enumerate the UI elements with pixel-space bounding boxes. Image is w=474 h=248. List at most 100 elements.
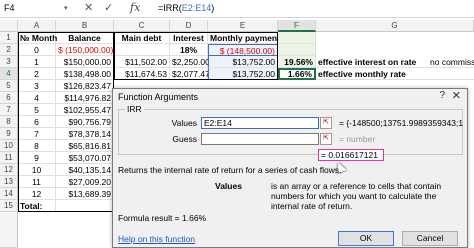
row-header-15[interactable]: 15: [0, 200, 18, 212]
cell-balance[interactable]: $114,976.82: [56, 92, 114, 104]
column-header-d[interactable]: D: [170, 20, 208, 32]
function-name: IRR: [125, 104, 144, 114]
cell-balance[interactable]: $90,756.79: [56, 116, 114, 128]
select-all-corner[interactable]: [0, 20, 18, 32]
header-balance[interactable]: Balance: [56, 32, 114, 44]
cell-balance[interactable]: $ (150,000.00): [56, 44, 114, 56]
cell-effective-annual-rate[interactable]: 19.56%: [278, 56, 316, 68]
cell-interest[interactable]: $2,077.47: [170, 68, 210, 80]
formula-range-ref: E2:E14: [181, 3, 212, 13]
help-icon[interactable]: ?: [439, 90, 445, 101]
row-header-2[interactable]: 2: [0, 44, 18, 56]
row-header-3[interactable]: 3: [0, 56, 18, 68]
cell-effective-monthly-rate[interactable]: 1.66%: [278, 68, 316, 80]
row-header-7[interactable]: 7: [0, 104, 18, 116]
row-header-filler: [0, 212, 18, 248]
function-result-value: = 0.016617121: [318, 149, 384, 161]
values-label: Values: [171, 118, 197, 128]
cell-balance[interactable]: $78,378.14: [56, 128, 114, 140]
enter-icon[interactable]: ✓: [104, 2, 113, 15]
cell-month[interactable]: 6: [18, 116, 56, 128]
cell-balance[interactable]: $27,009.20: [56, 176, 114, 188]
collapse-dialog-icon[interactable]: ⇱: [320, 117, 332, 129]
formula-input[interactable]: =IRR(E2:E14): [158, 3, 214, 13]
cell-balance[interactable]: $13,689.39: [56, 188, 114, 200]
cell-main-debt[interactable]: $11,502.00: [114, 56, 170, 68]
label-no-commissions[interactable]: no commissions: [428, 56, 474, 68]
row-header-12[interactable]: 12: [0, 164, 18, 176]
insert-function-icon[interactable]: fx: [130, 1, 140, 14]
cell-balance[interactable]: $102,955.47: [56, 104, 114, 116]
cell-total-balance[interactable]: [56, 200, 114, 212]
collapse-dialog-icon[interactable]: ⇱: [320, 133, 332, 145]
column-header-f[interactable]: F: [278, 20, 316, 32]
cell-month[interactable]: 8: [18, 140, 56, 152]
row-header-4[interactable]: 4: [0, 68, 18, 80]
name-box-dropdown-icon[interactable]: ▾: [64, 2, 68, 15]
cell-interest[interactable]: $2,250.00: [170, 56, 210, 68]
cancel-icon[interactable]: ✕: [84, 2, 93, 15]
column-header-b[interactable]: B: [56, 20, 114, 32]
column-header-a[interactable]: A: [18, 20, 56, 32]
help-on-function-link[interactable]: Help on this function: [118, 234, 195, 244]
cell-balance[interactable]: $150,000.00: [56, 56, 114, 68]
label-effective-monthly-rate[interactable]: effective monthly rate: [316, 68, 474, 80]
cell-month[interactable]: 3: [18, 80, 56, 92]
label-effective-annual-rate[interactable]: effective interest on rate: [316, 56, 428, 68]
cell-total-label[interactable]: Total:: [18, 200, 56, 212]
cell-balance[interactable]: $65,816.81: [56, 140, 114, 152]
column-header-e[interactable]: E: [208, 20, 278, 32]
values-result: = {-148500;13751.9989359343;13751.9...: [339, 118, 463, 128]
cell-month[interactable]: 1: [18, 56, 56, 68]
header-month[interactable]: № Month: [18, 32, 57, 44]
guess-input[interactable]: [201, 133, 319, 145]
row-header-10[interactable]: 10: [0, 140, 18, 152]
cell-interest-rate[interactable]: 18%: [170, 44, 208, 56]
cell-monthly-payment[interactable]: $13,752.00: [208, 56, 278, 68]
cell-month[interactable]: 11: [18, 176, 56, 188]
row-header-1[interactable]: 1: [0, 32, 18, 44]
header-interest[interactable]: Interest: [170, 32, 208, 44]
cell-balance[interactable]: $138,498.00: [56, 68, 114, 80]
cell-main-debt[interactable]: [114, 44, 170, 56]
values-input[interactable]: E2:E14: [201, 117, 319, 129]
cell-month[interactable]: 10: [18, 164, 56, 176]
row-header-11[interactable]: 11: [0, 152, 18, 164]
cell-monthly-payment[interactable]: $13,752.00: [208, 68, 278, 80]
guess-label: Guess: [172, 134, 197, 144]
cell-main-debt[interactable]: $11,674.53: [114, 68, 170, 80]
row-header-13[interactable]: 13: [0, 176, 18, 188]
dialog-title: Function Arguments: [118, 92, 199, 102]
column-header-g[interactable]: G: [316, 20, 474, 32]
function-description: Returns the internal rate of return for …: [118, 165, 342, 175]
cell-balance[interactable]: $53,070.07: [56, 152, 114, 164]
column-header-c[interactable]: C: [114, 20, 170, 32]
row-header-9[interactable]: 9: [0, 128, 18, 140]
formula-bar: F4 ▾ ✕ ✓ fx =IRR(E2:E14): [0, 0, 474, 18]
cell-month[interactable]: 0: [18, 44, 56, 56]
cell-month[interactable]: 5: [18, 104, 56, 116]
cell-balance[interactable]: $126,823.47: [56, 80, 114, 92]
cell-month[interactable]: 2: [18, 68, 56, 80]
cell-balance[interactable]: $40,135.14: [56, 164, 114, 176]
guess-result: = number: [339, 134, 376, 144]
row-header-6[interactable]: 6: [0, 92, 18, 104]
cell-f1[interactable]: [278, 32, 316, 44]
arguments-group: IRR Values E2:E14 ⇱ = {-148500;13751.998…: [118, 104, 463, 155]
name-box[interactable]: F4: [2, 2, 62, 15]
row-header-5[interactable]: 5: [0, 80, 18, 92]
cell-f2[interactable]: [278, 44, 316, 56]
cell-monthly-payment[interactable]: $ (148,500.00): [208, 44, 278, 56]
ok-button[interactable]: OK: [338, 231, 394, 246]
header-monthly-payment[interactable]: Monthly payment: [208, 32, 280, 44]
close-icon[interactable]: ✕: [452, 89, 461, 102]
cancel-button[interactable]: Cancel: [402, 231, 458, 246]
row-header-14[interactable]: 14: [0, 188, 18, 200]
header-main-debt[interactable]: Main debt: [114, 32, 170, 44]
cell-month[interactable]: 7: [18, 128, 56, 140]
cell-month[interactable]: 12: [18, 188, 56, 200]
cell-month[interactable]: 9: [18, 152, 56, 164]
cell-month[interactable]: 4: [18, 92, 56, 104]
argument-description: is an array or a reference to cells that…: [271, 181, 442, 211]
row-header-8[interactable]: 8: [0, 116, 18, 128]
